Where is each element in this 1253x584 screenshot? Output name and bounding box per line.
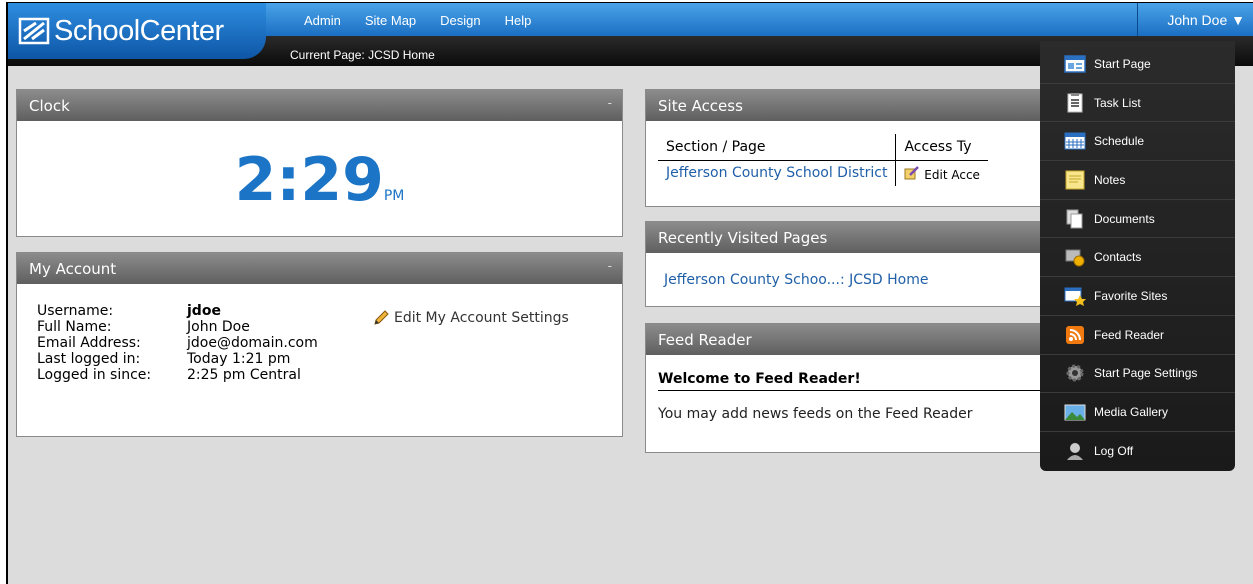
menu-item-documents[interactable]: Documents <box>1040 200 1235 239</box>
menu-item-start-page-settings[interactable]: Start Page Settings <box>1040 355 1235 394</box>
nav-help[interactable]: Help <box>505 13 532 28</box>
contacts-icon <box>1065 249 1085 267</box>
account-label: Username: <box>37 303 114 319</box>
feed-text: You may add news feeds on the Feed Reade… <box>658 406 973 422</box>
feed-title: Feed Reader <box>658 331 752 349</box>
edit-access-icon <box>904 165 920 180</box>
user-menu-button[interactable]: John Doe ▼ <box>1137 3 1253 36</box>
logo-icon <box>18 17 50 45</box>
clock-time-value: 2:29 <box>234 145 384 215</box>
current-page: Current Page: JCSD Home <box>290 48 435 62</box>
clock-widget: Clock - 2:29PM <box>16 89 623 237</box>
logo-text: SchoolCenter <box>54 14 224 47</box>
recent-page-link[interactable]: Jefferson County Schoo...: JCSD Home <box>664 272 928 288</box>
account-label: Full Name: <box>37 319 112 335</box>
schedule-icon <box>1064 132 1086 150</box>
site-access-title: Site Access <box>658 97 743 115</box>
menu-item-label: Feed Reader <box>1094 327 1165 342</box>
clock-ampm: PM <box>383 188 405 204</box>
gear-icon <box>1066 364 1084 382</box>
recent-header[interactable]: Recently Visited Pages <box>646 222 1074 253</box>
menu-item-notes[interactable]: Notes <box>1040 161 1235 200</box>
account-value: jdoe <box>187 303 221 319</box>
account-details: Username: jdoe Full Name: John Doe Email A… <box>37 303 318 383</box>
notes-icon <box>1065 170 1085 190</box>
media-gallery-icon <box>1064 404 1086 421</box>
favorite-sites-icon <box>1064 287 1086 306</box>
menu-item-log-off[interactable]: Log Off <box>1040 432 1235 471</box>
minimize-button[interactable]: - <box>608 259 612 273</box>
clock-title: Clock <box>29 97 70 115</box>
account-label: Email Address: <box>37 335 141 351</box>
account-value: jdoe@domain.com <box>187 335 318 351</box>
menu-item-label: Notes <box>1094 172 1126 187</box>
feed-reader-widget: Feed Reader Welcome to Feed Reader! You … <box>645 323 1075 453</box>
menu-item-label: Contacts <box>1094 250 1142 265</box>
menu-item-label: Favorite Sites <box>1094 288 1168 303</box>
my-account-widget: My Account - Username: jdoe Full Name: Joh… <box>16 252 623 437</box>
menu-item-label: Start Page <box>1094 56 1151 71</box>
account-title: My Account <box>29 260 117 278</box>
site-access-header[interactable]: Site Access <box>646 90 1074 121</box>
menu-item-label: Start Page Settings <box>1094 366 1198 381</box>
account-header[interactable]: My Account - <box>17 253 622 284</box>
menu-item-media-gallery[interactable]: Media Gallery <box>1040 393 1235 432</box>
access-type-value: Edit Acce <box>924 167 980 182</box>
nav-site-map[interactable]: Site Map <box>365 13 416 28</box>
menu-item-label: Documents <box>1094 211 1155 226</box>
account-value: John Doe <box>187 319 250 335</box>
current-page-label: Current Page: <box>290 48 365 62</box>
account-label: Logged in since: <box>37 367 152 383</box>
current-page-value: JCSD Home <box>368 48 435 62</box>
account-label: Last logged in: <box>37 351 141 367</box>
site-access-widget: Site Access Section / Page Access Ty Jef… <box>645 89 1075 207</box>
feed-header[interactable]: Feed Reader <box>646 324 1074 355</box>
task-list-icon <box>1067 92 1083 113</box>
menu-item-schedule[interactable]: Schedule <box>1040 122 1235 162</box>
col-access-type: Access Ty <box>895 134 988 161</box>
menu-item-label: Schedule <box>1094 134 1145 149</box>
col-section-page: Section / Page <box>658 134 896 161</box>
table-row: Jefferson County School District Edit Ac… <box>658 160 988 186</box>
pencil-icon <box>374 310 389 325</box>
clock-header[interactable]: Clock - <box>17 90 622 121</box>
clock-time: 2:29PM <box>17 145 622 215</box>
account-row: Last logged in: Today 1:21 pm <box>37 351 318 367</box>
minimize-button[interactable]: - <box>608 96 612 110</box>
account-row: Email Address: jdoe@domain.com <box>37 335 318 351</box>
logo[interactable]: SchoolCenter <box>8 3 266 59</box>
menu-item-contacts[interactable]: Contacts <box>1040 238 1235 278</box>
access-cell: Edit Acce <box>895 160 988 186</box>
rss-icon <box>1066 325 1084 344</box>
site-link[interactable]: Jefferson County School District <box>658 160 896 186</box>
edit-account-label: Edit My Account Settings <box>394 310 569 326</box>
edit-account-settings-link[interactable]: Edit My Account Settings <box>372 309 569 327</box>
menu-item-feed-reader[interactable]: Feed Reader <box>1040 316 1235 355</box>
menu-item-task-list[interactable]: Task List <box>1040 84 1235 123</box>
app-frame: SchoolCenter Admin Site Map Design Help … <box>6 2 1253 584</box>
documents-icon <box>1066 209 1083 229</box>
start-page-icon <box>1064 55 1086 73</box>
log-off-icon <box>1067 443 1083 461</box>
menu-item-label: Media Gallery <box>1094 405 1169 420</box>
nav-admin[interactable]: Admin <box>304 13 341 28</box>
site-access-table: Section / Page Access Ty Jefferson Count… <box>658 134 988 186</box>
feed-welcome: Welcome to Feed Reader! <box>658 371 861 387</box>
recently-visited-widget: Recently Visited Pages Jefferson County … <box>645 221 1075 307</box>
account-row: Full Name: John Doe <box>37 319 318 335</box>
account-row: Username: jdoe <box>37 303 318 319</box>
menu-item-start-page[interactable]: Start Page <box>1040 45 1235 84</box>
menu-item-favorite-sites[interactable]: Favorite Sites <box>1040 277 1235 316</box>
top-nav: Admin Site Map Design Help <box>304 13 555 28</box>
account-row: Logged in since: 2:25 pm Central <box>37 367 318 383</box>
recent-title: Recently Visited Pages <box>658 229 828 247</box>
divider <box>658 390 1058 391</box>
nav-design[interactable]: Design <box>440 13 480 28</box>
user-dropdown-menu: Start Page Task List Schedule Notes Docu… <box>1040 41 1235 471</box>
menu-item-label: Log Off <box>1094 444 1134 459</box>
account-value: 2:25 pm Central <box>187 367 301 383</box>
menu-item-label: Task List <box>1094 95 1141 110</box>
account-value: Today 1:21 pm <box>187 351 291 367</box>
